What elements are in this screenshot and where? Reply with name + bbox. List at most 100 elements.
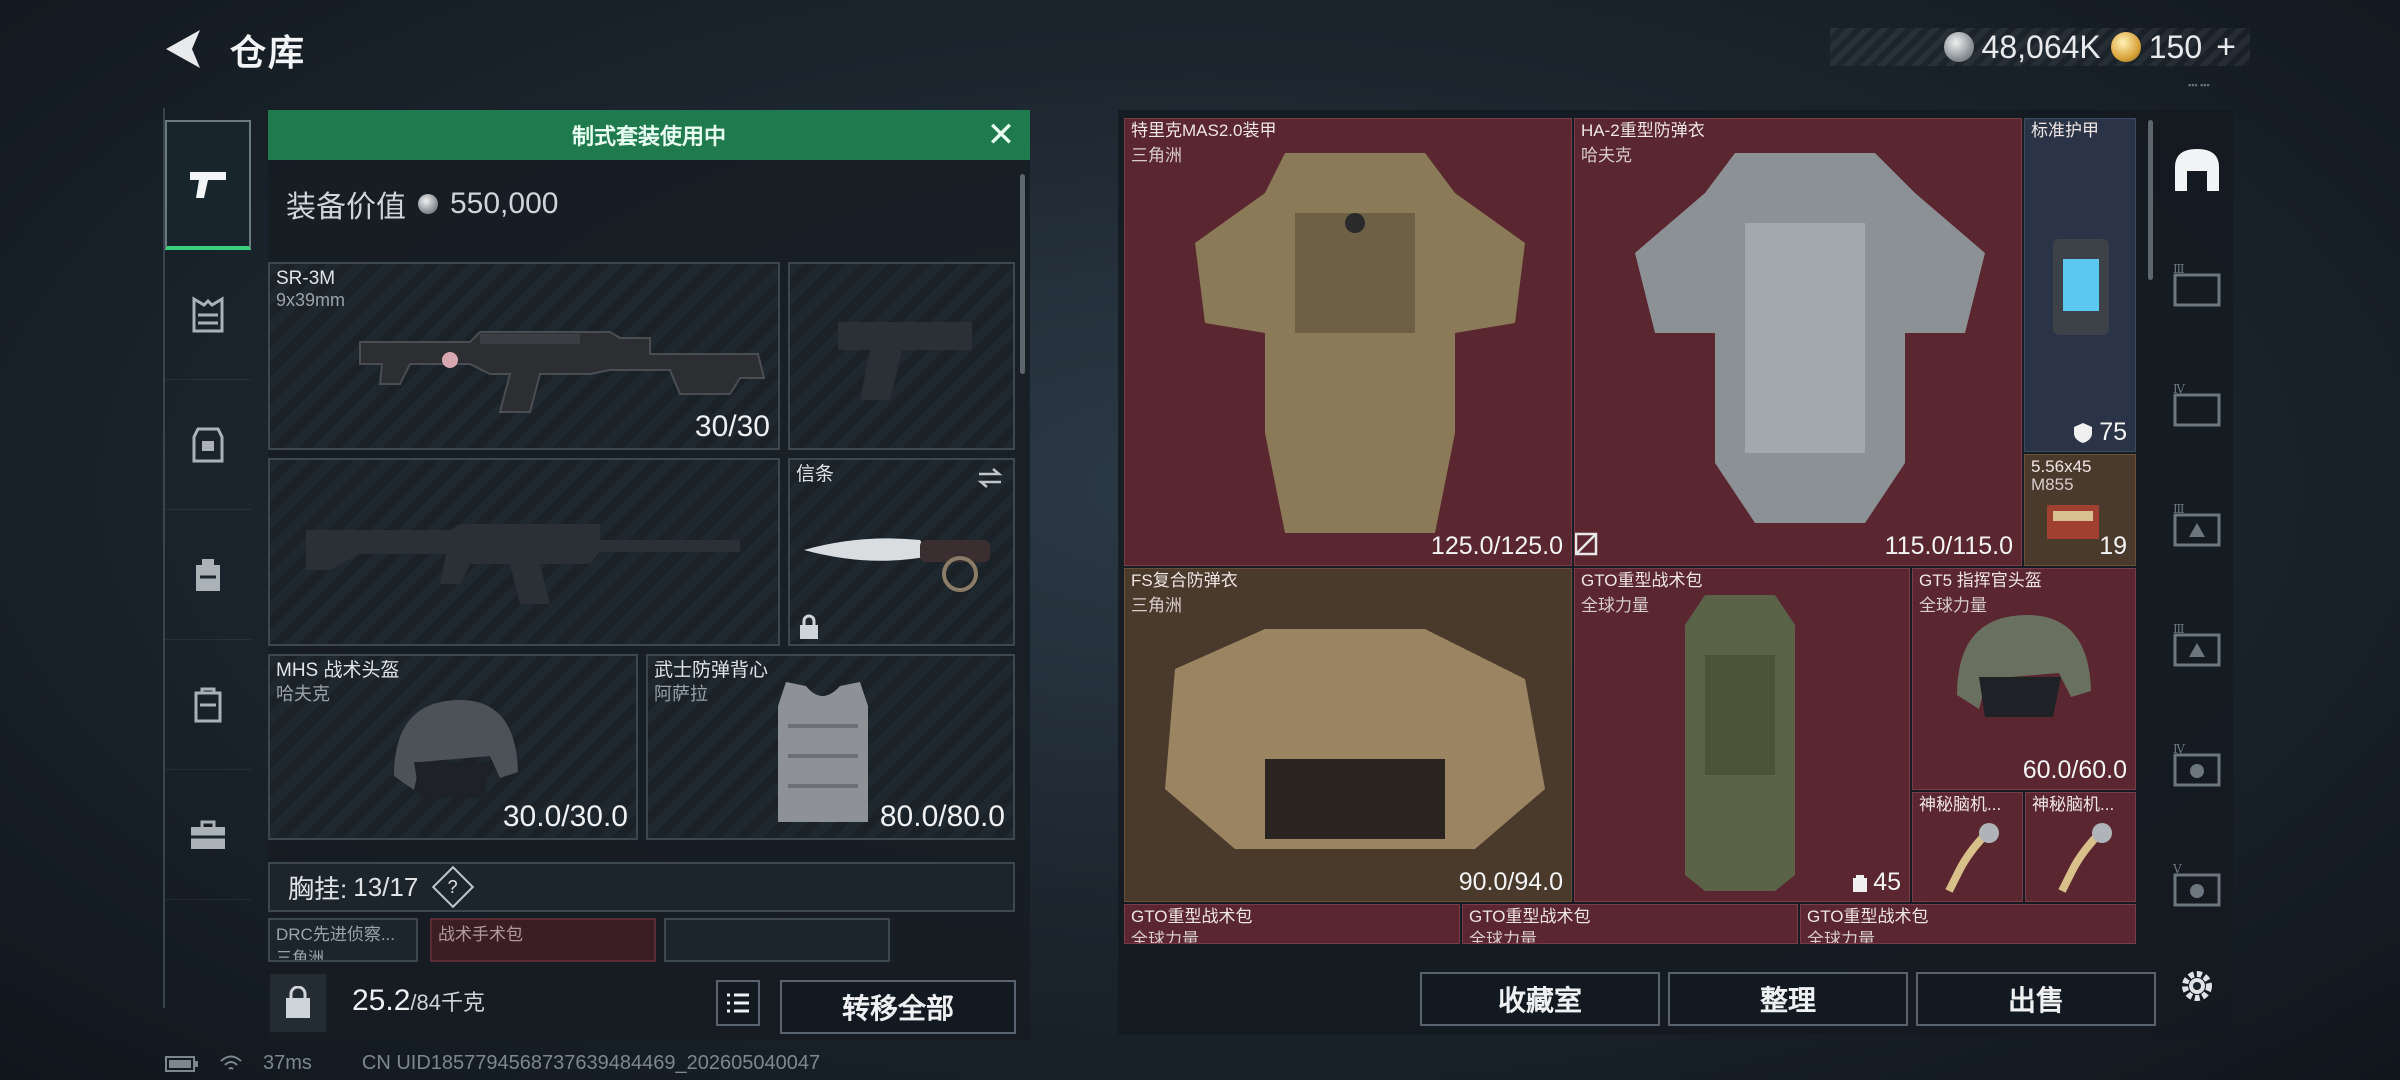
settings-button[interactable] [2157,936,2237,1036]
chest-item[interactable]: 战术手术包 [430,918,656,962]
weight-current: 25.2 [352,984,411,1017]
armor-slot[interactable]: 武士防弹背心 阿萨拉 80.0/80.0 [646,654,1015,840]
stash-item[interactable]: GTO重型战术包 全球力量 [1462,904,1798,944]
slot-name: 信条 [796,464,835,485]
toolbox-icon [191,820,225,849]
stash-panel: 特里克MAS2.0装甲 三角洲 125.0/125.0 HA-2重型防弹衣 哈夫… [1118,110,2233,1035]
nav-armor-tab[interactable] [165,380,251,510]
slot-sub: 9x39mm [276,290,346,310]
currency-gold[interactable]: 150 + [2110,28,2236,67]
weight-icon [286,986,310,1018]
equip-value-row: 装备价值 550,000 [286,182,558,226]
stash-item[interactable]: 标准护甲 75 [2024,118,2136,452]
help-mark: ? [448,876,459,897]
equip-value: 550,000 [450,187,559,220]
silver-amount: 48,064K [1981,28,2101,65]
transfer-all-button[interactable]: 转移全部 [780,980,1016,1034]
secondary-primary-slot[interactable] [268,458,780,646]
ammo-count: 30/30 [694,410,770,443]
silver-coin-icon [418,194,438,214]
durability: 80.0/80.0 [879,800,1005,833]
durability: 90.0/94.0 [1458,868,1563,896]
stash-item[interactable]: GT5 指挥官头盔 全球力量 60.0/60.0 [1912,568,2136,790]
nav-weapon-tab[interactable] [165,120,251,250]
backpack-icon [1685,595,1795,891]
collection-room-button[interactable]: 收藏室 [1420,972,1660,1026]
slot-name: SR-3M [276,268,336,289]
sell-button[interactable]: 出售 [1916,972,2156,1026]
stash-item[interactable]: GTO重型战术包 全球力量 45 [1574,568,1910,902]
body-armor-icon [1165,629,1545,849]
stash-page-5[interactable]: Ⅲ [2157,596,2237,696]
stash-item[interactable]: HA-2重型防弹衣 哈夫克 115.0/115.0 [1574,118,2022,566]
secondary-weapon-slot[interactable] [788,262,1015,450]
close-icon[interactable]: ✕ [982,116,1020,154]
stash-page-6[interactable]: Ⅳ [2157,716,2237,816]
equip-value-label: 装备价值 [286,191,406,224]
shield-icon [2074,422,2093,443]
wifi-icon [220,1055,242,1070]
stash-page-4[interactable]: Ⅲ [2157,476,2237,576]
stash-scrollbar[interactable] [2148,120,2153,280]
tier-numeral: Ⅲ [2173,502,2185,516]
help-icon[interactable]: ? [432,865,475,909]
nav-backpack-tab[interactable] [165,510,251,640]
stash-page-3[interactable]: Ⅳ [2157,356,2237,456]
stash-page-all[interactable] [2157,120,2237,220]
ammo-box-icon [2047,505,2099,539]
nav-case-tab[interactable] [165,770,251,900]
sort-button[interactable]: 整理 [1668,972,1908,1026]
helmet-slot[interactable]: MHS 战术头盔 哈夫克 30.0/30.0 [268,654,638,840]
stash-item[interactable]: 特里克MAS2.0装甲 三角洲 125.0/125.0 [1124,118,1572,566]
weight-readout: 25.2/84千克 [352,984,485,1018]
add-currency-button[interactable]: + [2216,28,2236,67]
pistol-icon [190,172,226,198]
back-arrow-icon [166,30,200,68]
capacity-number: 45 [1873,868,1901,896]
durability: 60.0/60.0 [2022,756,2127,784]
stash-item[interactable]: 神秘脑机... [2025,792,2136,902]
loadout-scrollbar[interactable] [1020,174,1025,374]
stash-item[interactable]: FS复合防弹衣 三角洲 90.0/94.0 [1124,568,1572,902]
armor-number: 75 [2099,418,2127,446]
stash-item[interactable]: 5.56x45 M855 19 [2024,454,2136,566]
stash-page-2[interactable]: Ⅲ [2157,236,2237,336]
body-armor-icon [1635,153,1985,523]
melee-slot[interactable]: 信条 [788,458,1015,646]
tier-numeral: Ⅴ [2172,862,2182,876]
ak-silhouette-icon [306,524,740,604]
stash-item[interactable]: GTO重型战术包 全球力量 [1800,904,2136,944]
stash-item[interactable]: GTO重型战术包 全球力量 [1124,904,1460,944]
tier-numeral: Ⅳ [2173,742,2186,756]
pistol-silhouette-icon [838,322,972,400]
item-name: FS复合防弹衣 [1131,571,1238,590]
back-button[interactable] [160,26,210,72]
chip-icon [1945,823,1999,893]
primary-weapon-slot[interactable]: SR-3M 9x39mm 30/30 [268,262,780,450]
durability: 125.0/125.0 [1430,532,1563,560]
list-view-button[interactable] [716,980,760,1026]
nav-bag-tab[interactable] [165,640,251,770]
chest-item-empty[interactable] [664,918,890,962]
item-name: 神秘脑机... [1919,795,2002,814]
backpack-icon [196,558,220,591]
durability: 30.0/30.0 [502,800,628,833]
nav-vest-tab[interactable] [165,250,251,380]
item-sub: 三角洲 [276,950,325,962]
swap-icon[interactable] [975,466,1005,490]
chest-rig-row[interactable]: 胸挂: 13/17 ? [268,862,1015,912]
stash-page-7[interactable]: Ⅴ [2157,836,2237,936]
left-category-nav [163,108,251,1008]
item-name: 5.56x45 [2031,457,2092,476]
uid-readout: CN UID1857794568737639484469_20260504004… [361,1052,821,1074]
storage-tier-icon: Ⅲ [2173,622,2221,667]
armor-icon [192,427,224,462]
chest-rig-icon [192,295,224,332]
stash-item[interactable]: 神秘脑机... [1912,792,2023,902]
backpack-small-icon [1853,874,1868,892]
gold-coin-icon [2110,32,2141,62]
status-bar: 37ms CN UID1857794568737639484469_202605… [165,1052,820,1075]
chest-item[interactable]: DRC先进侦察... 三角洲 [268,918,418,962]
item-name: GTO重型战术包 [1469,907,1591,926]
weight-lock-button[interactable] [270,974,326,1032]
